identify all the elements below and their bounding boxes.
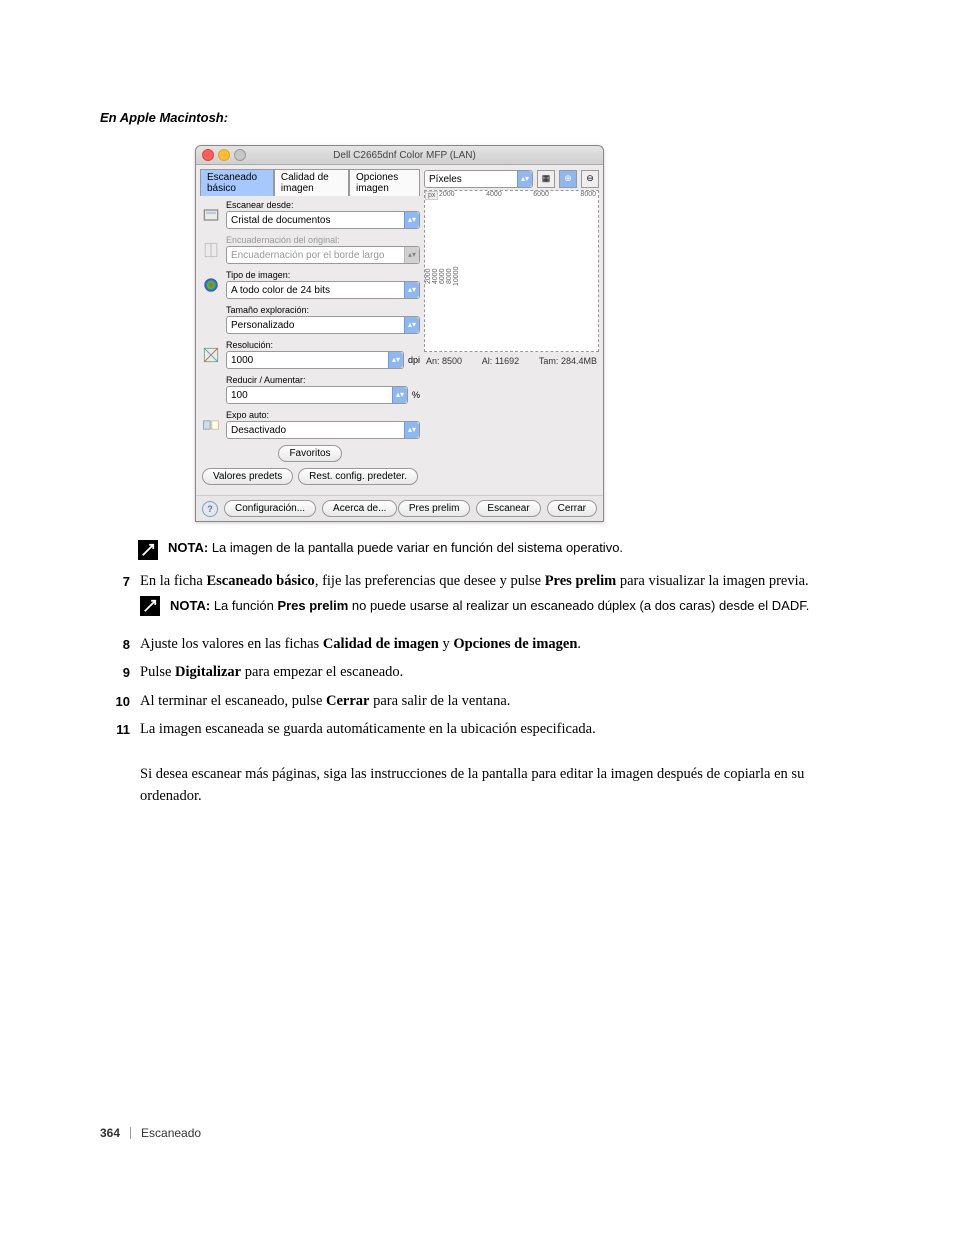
step-text: La imagen escaneada se guarda automática… bbox=[140, 718, 854, 808]
scan-size-label: Tamaño exploración: bbox=[226, 305, 420, 315]
page-number: 364 bbox=[100, 1126, 120, 1140]
tab-image-quality[interactable]: Calidad de imagen bbox=[274, 169, 349, 196]
tab-image-options[interactable]: Opciones imagen bbox=[349, 169, 420, 196]
chevron-updown-icon: ▴▾ bbox=[404, 422, 419, 438]
auto-exposure-select[interactable]: Desactivado ▴▾ bbox=[226, 421, 420, 439]
chevron-updown-icon: ▴▾ bbox=[404, 282, 419, 298]
preview-area[interactable]: px 2000 4000 6000 8000 2000 4000 6000 80… bbox=[424, 190, 599, 352]
minimize-icon[interactable] bbox=[218, 149, 230, 161]
mac-dialog: Dell C2665dnf Color MFP (LAN) Escaneado … bbox=[195, 145, 604, 522]
note-text: NOTA: La imagen de la pantalla puede var… bbox=[168, 540, 623, 555]
units-select[interactable]: Píxeles ▴▾ bbox=[424, 170, 533, 188]
chevron-updown-icon: ▴▾ bbox=[404, 212, 419, 228]
scale-select[interactable]: 100 ▴▾ bbox=[226, 386, 408, 404]
zoom-icon[interactable] bbox=[234, 149, 246, 161]
binding-label: Encuadernación del original: bbox=[226, 235, 420, 245]
resolution-label: Resolución: bbox=[226, 340, 420, 350]
resolution-icon bbox=[200, 344, 222, 366]
note-text: NOTA: La función Pres prelim no puede us… bbox=[170, 596, 809, 616]
presets-button[interactable]: Valores predets bbox=[202, 468, 293, 485]
help-icon[interactable]: ? bbox=[202, 501, 218, 517]
image-type-label: Tipo de imagen: bbox=[226, 270, 420, 280]
step-number: 8 bbox=[100, 633, 140, 655]
page-footer: 364 Escaneado bbox=[100, 1126, 201, 1140]
chevron-updown-icon: ▴▾ bbox=[404, 317, 419, 333]
close-icon[interactable] bbox=[202, 149, 214, 161]
scan-from-label: Escanear desde: bbox=[226, 200, 420, 210]
step-number: 7 bbox=[100, 570, 140, 592]
section-heading: En Apple Macintosh: bbox=[100, 110, 854, 125]
about-button[interactable]: Acerca de... bbox=[322, 500, 397, 517]
step-text: En la ficha Escaneado básico, fije las p… bbox=[140, 570, 854, 627]
color-wheel-icon bbox=[200, 274, 222, 296]
resolution-select[interactable]: 1000 ▴▾ bbox=[226, 351, 404, 369]
resolution-unit: dpi bbox=[404, 355, 420, 365]
ruler-left: 2000 4000 6000 8000 10000 bbox=[425, 201, 437, 351]
note-icon bbox=[140, 596, 160, 616]
step-number: 11 bbox=[100, 718, 140, 740]
chevron-updown-icon: ▴▾ bbox=[517, 171, 532, 187]
zoom-out-icon[interactable]: ⊖ bbox=[581, 170, 599, 188]
window-title: Dell C2665dnf Color MFP (LAN) bbox=[246, 150, 563, 161]
preview-info-row: An: 8500 Al: 11692 Tam: 284.4MB bbox=[424, 352, 599, 370]
scanner-icon bbox=[200, 204, 222, 226]
zoom-in-icon[interactable]: ⊕ bbox=[559, 170, 577, 188]
tab-basic-scan[interactable]: Escaneado básico bbox=[200, 169, 274, 196]
step-number: 9 bbox=[100, 661, 140, 683]
step-text: Al terminar el escaneado, pulse Cerrar p… bbox=[140, 690, 854, 712]
scale-unit: % bbox=[408, 390, 420, 400]
section-name: Escaneado bbox=[141, 1126, 201, 1140]
auto-exposure-label: Expo auto: bbox=[226, 410, 420, 420]
binding-select: Encuadernación por el borde largo ▴▾ bbox=[226, 246, 420, 264]
step-text: Pulse Digitalizar para empezar el escane… bbox=[140, 661, 854, 683]
config-button[interactable]: Configuración... bbox=[224, 500, 316, 517]
close-button[interactable]: Cerrar bbox=[547, 500, 597, 517]
scan-size-select[interactable]: Personalizado ▴▾ bbox=[226, 316, 420, 334]
auto-exposure-icon bbox=[200, 414, 222, 436]
chevron-updown-icon: ▴▾ bbox=[404, 247, 419, 263]
titlebar: Dell C2665dnf Color MFP (LAN) bbox=[196, 146, 603, 165]
restore-defaults-button[interactable]: Rest. config. predeter. bbox=[298, 468, 418, 485]
image-type-select[interactable]: A todo color de 24 bits ▴▾ bbox=[226, 281, 420, 299]
binding-icon bbox=[200, 239, 222, 261]
grid-icon[interactable]: ▦ bbox=[537, 170, 555, 188]
note-block: NOTA: La imagen de la pantalla puede var… bbox=[138, 540, 854, 560]
scan-button[interactable]: Escanear bbox=[476, 500, 540, 517]
chevron-updown-icon: ▴▾ bbox=[392, 387, 407, 403]
chevron-updown-icon: ▴▾ bbox=[388, 352, 403, 368]
note-icon bbox=[138, 540, 158, 560]
scale-label: Reducir / Aumentar: bbox=[226, 375, 420, 385]
pre-prelim-button[interactable]: Pres prelim bbox=[398, 500, 471, 517]
favorites-button[interactable]: Favoritos bbox=[278, 445, 341, 462]
tab-row: Escaneado básico Calidad de imagen Opcio… bbox=[200, 169, 420, 196]
scan-from-select[interactable]: Cristal de documentos ▴▾ bbox=[226, 211, 420, 229]
step-number: 10 bbox=[100, 690, 140, 712]
ruler-top: 2000 4000 6000 8000 bbox=[437, 191, 598, 201]
step-text: Ajuste los valores en las fichas Calidad… bbox=[140, 633, 854, 655]
